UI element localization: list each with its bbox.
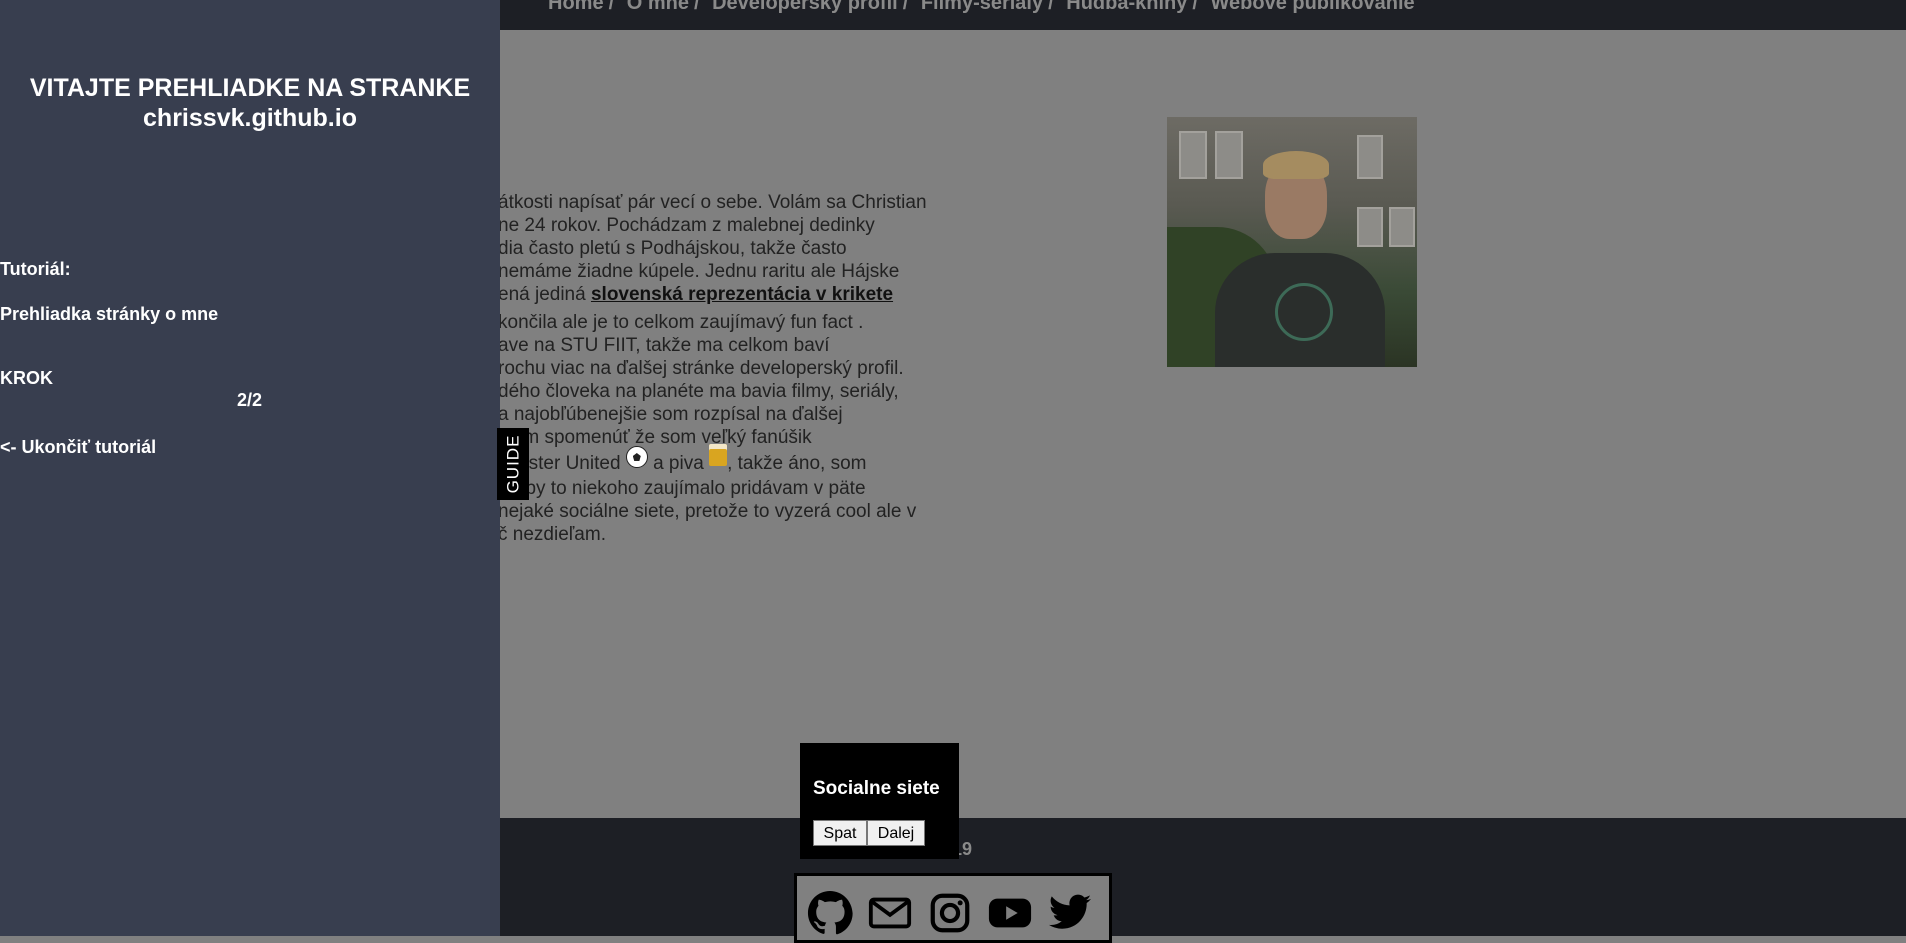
nav-link-home[interactable]: Home — [548, 0, 604, 14]
soccer-ball-icon — [625, 446, 648, 468]
photo-detail — [1275, 283, 1333, 341]
cricket-link[interactable]: slovenská reprezentácia v krikete — [591, 284, 893, 305]
nav-link-filmy-serialy[interactable]: Filmy-seriály — [921, 0, 1043, 14]
photo-detail — [1215, 131, 1243, 179]
step-label: KROK — [0, 368, 53, 388]
breadcrumb-separator: / — [1192, 0, 1198, 14]
breadcrumb-separator: / — [1048, 0, 1054, 14]
bio-line: Ak by to niekoho zaujímalo pridávam v pä… — [498, 478, 866, 499]
twitter-icon[interactable] — [1047, 890, 1093, 936]
mail-icon[interactable] — [867, 890, 913, 936]
guide-tab-label: GUIDE — [503, 434, 522, 494]
about-me-text: átkosti napísať pár vecí o sebe. Volám s… — [498, 191, 968, 546]
nav-link-hudba-knihy[interactable]: Hudba-knihy — [1066, 0, 1187, 14]
tutorial-name: Prehliadka stránky o mne — [0, 304, 219, 324]
beer-icon — [709, 444, 728, 466]
tour-title-site: chrissvk.github.io — [143, 104, 357, 132]
tour-title: VITAJTE PREHLIADKE NA STRANKE chrissvk.g… — [0, 73, 500, 133]
nav-link-developersky-profil[interactable]: Developerský profil — [712, 0, 898, 14]
tour-sidebar: VITAJTE PREHLIADKE NA STRANKE chrissvk.g… — [0, 0, 500, 936]
bio-line: chester United a piva , takže áno, som — [498, 444, 968, 477]
tour-title-line: VITAJTE PREHLIADKE NA STRANKE — [29, 74, 471, 102]
bio-line: nemáme žiadne kúpele. Jednu raritu ale H… — [498, 261, 900, 282]
breadcrumb-separator: / — [608, 0, 615, 14]
github-icon[interactable] — [807, 890, 853, 936]
breadcrumb-separator: / — [693, 0, 700, 14]
next-button[interactable]: Dalej — [867, 820, 925, 846]
bio-line: rochu viac na ďalšej stránke developersk… — [498, 358, 904, 379]
photo-detail — [1357, 135, 1383, 179]
tutorial-label: Tutoriál: — [0, 259, 71, 279]
breadcrumb: Home / O mne / Developerský profil / Filmy-… — [548, 0, 1415, 15]
bio-line: átkosti napísať pár vecí o sebe. Volám s… — [498, 192, 927, 213]
nav-link-webove-publikovanie[interactable]: Webové publikovanie — [1211, 0, 1415, 14]
bio-line: ne 24 rokov. Pochádzam z malebnej dedink… — [498, 215, 875, 236]
bio-text: , takže áno, som — [727, 453, 867, 474]
photo-detail — [1389, 207, 1415, 247]
bio-line: a najobľúbenejšie som rozpísal na ďalšej — [498, 404, 843, 425]
bio-line: dého človeka na planéte ma bavia filmy, … — [498, 381, 899, 402]
bio-line: dia často pletú s Podhájskou, takže čast… — [498, 238, 847, 259]
tour-step-popover: Socialne siete Spat Dalej — [800, 743, 959, 859]
popover-title: Socialne siete — [813, 778, 940, 799]
profile-photo — [1167, 117, 1417, 367]
bio-line: ave na STU FIIT, takže ma celkom baví — [498, 335, 830, 356]
guide-toggle-tab[interactable]: GUIDE — [497, 428, 529, 500]
bio-text: ená jediná — [498, 284, 591, 305]
bio-line: č nezdieľam. — [498, 524, 606, 545]
nav-link-o-mne[interactable]: O mne — [627, 0, 689, 14]
bio-line: končila ale je to celkom zaujímavý fun f… — [498, 312, 864, 333]
end-tutorial-link[interactable]: <- Ukončiť tutoriál — [0, 437, 156, 458]
back-button[interactable]: Spat — [813, 820, 867, 846]
photo-detail — [1179, 131, 1207, 179]
instagram-icon[interactable] — [927, 890, 973, 936]
bio-line: usím spomenúť že som veľký fanúšik — [498, 427, 812, 448]
photo-detail — [1357, 207, 1383, 247]
photo-detail — [1263, 151, 1329, 179]
youtube-icon[interactable] — [987, 890, 1033, 936]
step-counter: 2/2 — [237, 390, 263, 410]
bio-line: nejaké sociálne siete, pretože to vyzerá… — [498, 501, 917, 522]
bio-line: ená jediná slovenská reprezentácia v kri… — [498, 283, 968, 311]
breadcrumb-separator: / — [902, 0, 909, 14]
bio-text: a piva — [647, 453, 710, 474]
social-links — [794, 873, 1112, 943]
